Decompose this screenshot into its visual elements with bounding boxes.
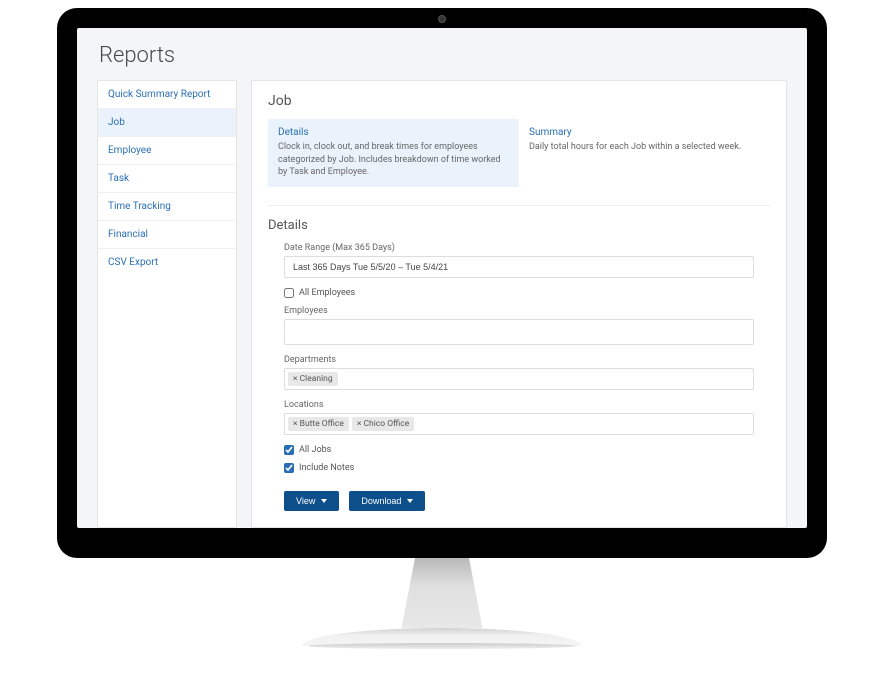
sidebar-item-task[interactable]: Task: [98, 165, 236, 193]
date-range-input[interactable]: [284, 256, 754, 278]
monitor-frame: Reports Quick Summary ReportJobEmployeeT…: [57, 8, 827, 558]
departments-input[interactable]: × Cleaning: [284, 368, 754, 390]
chevron-down-icon: [321, 499, 327, 503]
report-card-details[interactable]: Details Clock in, clock out, and break ti…: [268, 119, 519, 187]
all-jobs-checkbox[interactable]: [284, 445, 294, 455]
report-card-summary[interactable]: Summary Daily total hours for each Job wi…: [519, 119, 770, 187]
locations-label: Locations: [284, 400, 754, 410]
download-button-label: Download: [361, 496, 401, 506]
sidebar-item-employee[interactable]: Employee: [98, 137, 236, 165]
sidebar-item-quick-summary-report[interactable]: Quick Summary Report: [98, 81, 236, 109]
include-notes-row[interactable]: Include Notes: [284, 463, 754, 473]
details-title: Details: [268, 218, 770, 233]
employees-input[interactable]: [284, 319, 754, 345]
all-employees-row[interactable]: All Employees: [284, 288, 754, 298]
date-range-group: Date Range (Max 365 Days): [284, 243, 754, 278]
card-description: Daily total hours for each Job within a …: [529, 141, 760, 154]
details-form: Date Range (Max 365 Days) All Employees …: [268, 243, 770, 511]
all-employees-label: All Employees: [299, 288, 355, 298]
date-range-label: Date Range (Max 365 Days): [284, 243, 754, 253]
employees-label: Employees: [284, 306, 754, 316]
locations-group: Locations × Butte Office× Chico Office: [284, 400, 754, 435]
download-button[interactable]: Download: [349, 491, 425, 511]
all-jobs-label: All Jobs: [299, 445, 331, 455]
main-panel: Job Details Clock in, clock out, and brea…: [251, 80, 787, 528]
page-title: Reports: [97, 43, 787, 68]
camera-dot: [438, 15, 446, 23]
monitor-stand-neck: [397, 558, 487, 628]
main-heading: Job: [268, 93, 770, 109]
sidebar-item-csv-export[interactable]: CSV Export: [98, 249, 236, 276]
view-button-label: View: [296, 496, 315, 506]
all-employees-checkbox[interactable]: [284, 288, 294, 298]
report-type-cards: Details Clock in, clock out, and break ti…: [268, 119, 770, 187]
sidebar-item-job[interactable]: Job: [98, 109, 236, 137]
locations-input[interactable]: × Butte Office× Chico Office: [284, 413, 754, 435]
department-tag[interactable]: × Cleaning: [288, 372, 338, 386]
monitor-stand-base: [302, 628, 582, 646]
sidebar: Quick Summary ReportJobEmployeeTaskTime …: [97, 80, 237, 528]
details-section: Details Date Range (Max 365 Days) All Em…: [268, 205, 770, 511]
location-tag[interactable]: × Butte Office: [288, 417, 349, 431]
chevron-down-icon: [407, 499, 413, 503]
app-screen: Reports Quick Summary ReportJobEmployeeT…: [77, 28, 807, 528]
employees-group: Employees: [284, 306, 754, 345]
card-title: Summary: [529, 127, 760, 138]
sidebar-item-time-tracking[interactable]: Time Tracking: [98, 193, 236, 221]
action-buttons: View Download: [284, 491, 754, 511]
departments-group: Departments × Cleaning: [284, 355, 754, 390]
include-notes-label: Include Notes: [299, 463, 354, 473]
all-jobs-row[interactable]: All Jobs: [284, 445, 754, 455]
content-wrap: Quick Summary ReportJobEmployeeTaskTime …: [97, 80, 787, 528]
location-tag[interactable]: × Chico Office: [352, 417, 414, 431]
sidebar-item-financial[interactable]: Financial: [98, 221, 236, 249]
departments-label: Departments: [284, 355, 754, 365]
view-button[interactable]: View: [284, 491, 339, 511]
card-title: Details: [278, 127, 509, 138]
include-notes-checkbox[interactable]: [284, 463, 294, 473]
card-description: Clock in, clock out, and break times for…: [278, 141, 509, 179]
